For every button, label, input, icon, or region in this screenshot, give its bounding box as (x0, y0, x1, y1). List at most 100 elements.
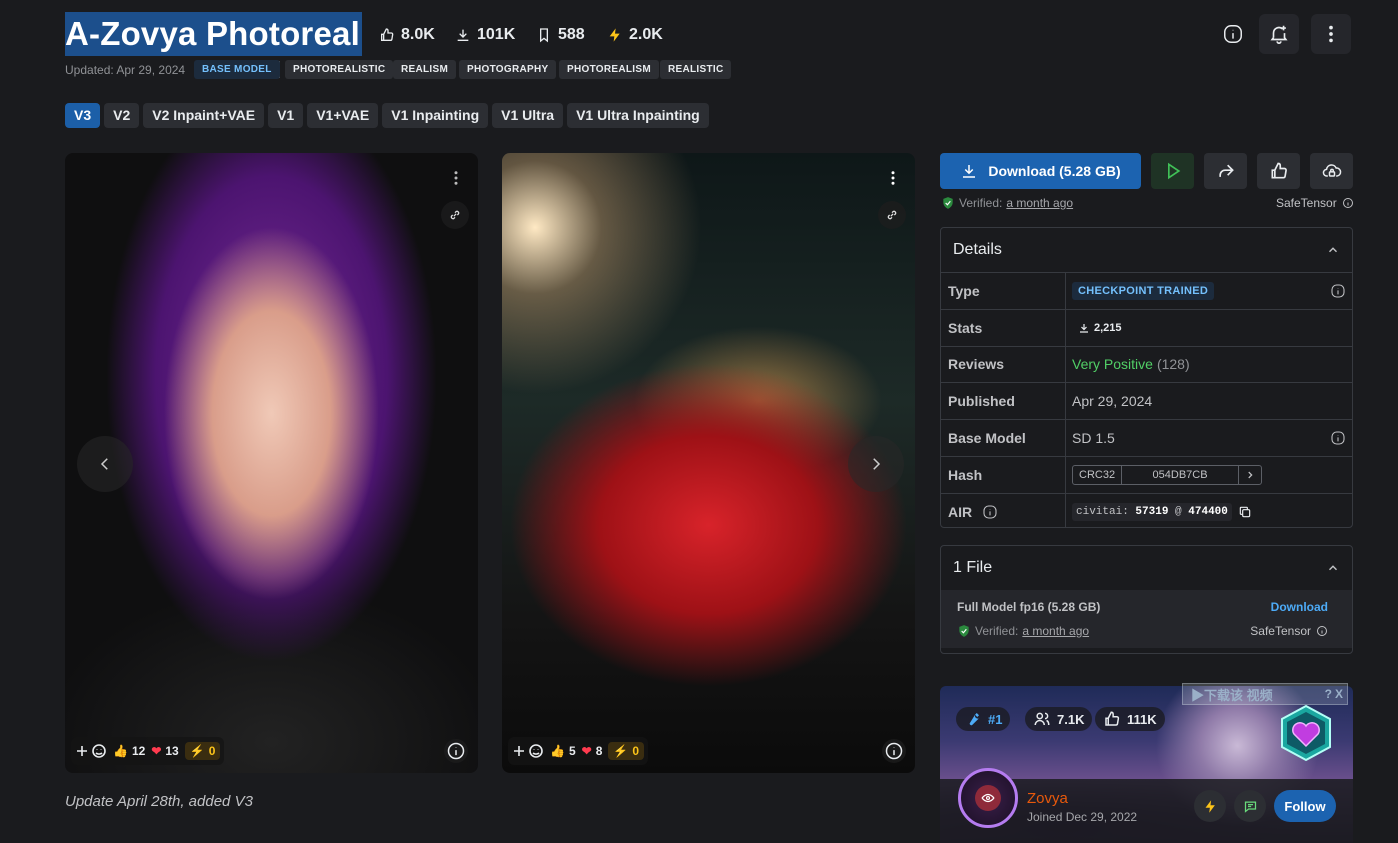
lightning-icon (609, 28, 620, 42)
eye-icon (981, 793, 995, 803)
download-icon (963, 165, 976, 178)
details-title: Details (953, 241, 1002, 258)
gallery-image-car[interactable]: 👍 5 ❤ 8 ⚡ 0 (502, 153, 915, 773)
verified-time-link[interactable]: a month ago (1022, 624, 1089, 638)
share-button[interactable] (1204, 153, 1247, 189)
download-icon (1080, 323, 1088, 333)
info-icon (1224, 25, 1242, 43)
cloud-save-button[interactable] (1310, 153, 1353, 189)
buzz-tip-button[interactable]: ⚡ 0 (608, 742, 645, 760)
thumb-up-icon (1105, 711, 1120, 726)
creator-card: #1 7.1K 111K Zovya Joined Dec 29, 2022 F… (940, 686, 1353, 843)
creator-likes: 111K (1095, 707, 1165, 731)
like-button[interactable] (1257, 153, 1300, 189)
file-name: Full Model fp16 (5.28 GB) (957, 600, 1101, 614)
tag-realism[interactable]: REALISM (393, 60, 457, 79)
image-info-button[interactable] (444, 739, 468, 763)
gallery-image-portrait[interactable]: 👍 12 ❤ 13 ⚡ 0 (65, 153, 478, 773)
tag-photorealistic[interactable]: PHOTOREALISTIC (285, 60, 394, 79)
image-menu-button[interactable] (882, 167, 904, 189)
published-label: Published (941, 383, 1066, 420)
prev-image-button[interactable] (77, 436, 133, 492)
follow-button[interactable]: Follow (1274, 790, 1336, 822)
safetensor-label: SafeTensor (1276, 196, 1337, 210)
reviews-rating-link[interactable]: Very Positive (1072, 356, 1153, 372)
cloud-lock-icon (1322, 164, 1341, 177)
buzz-stat[interactable]: 2.0K (607, 25, 663, 45)
notify-button[interactable] (1259, 14, 1299, 54)
creator-followers: 7.1K (1025, 707, 1093, 731)
details-row-hash: Hash CRC32 054DB7CB (941, 455, 1352, 493)
image-link-button[interactable] (441, 201, 469, 229)
hash-next-button[interactable] (1239, 466, 1261, 484)
safetensor-info[interactable]: SafeTensor (1276, 196, 1354, 210)
overlay-help-button[interactable]: ? (1325, 687, 1332, 701)
add-reaction-button[interactable] (512, 743, 544, 759)
file-item: Full Model fp16 (5.28 GB) Download Verif… (941, 590, 1352, 648)
air-identifier[interactable]: civitai: 57319 @ 474400 (1072, 502, 1232, 521)
more-options-button[interactable] (1311, 14, 1351, 54)
heart-reaction[interactable]: ❤ 8 (582, 744, 603, 758)
video-download-overlay[interactable]: ▶下载该 视频 ? X (1182, 683, 1348, 705)
info-circle-icon (885, 742, 903, 760)
hash-selector[interactable]: CRC32 054DB7CB (1072, 464, 1263, 485)
file-safetensor-info[interactable]: SafeTensor (1250, 624, 1328, 638)
lightning-icon: ⚡ (189, 744, 205, 758)
tip-creator-button[interactable] (1194, 790, 1226, 822)
image-link-button[interactable] (878, 201, 906, 229)
info-icon[interactable] (1330, 430, 1346, 446)
version-tab-v2[interactable]: V2 (104, 103, 140, 128)
hash-value[interactable]: 054DB7CB (1121, 465, 1240, 484)
version-tab-v1-inpainting[interactable]: V1 Inpainting (382, 103, 489, 128)
buzz-count: 0 (632, 744, 640, 758)
verified-time-link[interactable]: a month ago (1006, 196, 1073, 210)
info-icon[interactable] (1330, 283, 1346, 299)
next-image-button[interactable] (848, 436, 904, 492)
verified-label: Verified: (959, 196, 1003, 210)
info-icon[interactable] (982, 504, 998, 520)
run-button[interactable] (1151, 153, 1194, 189)
creator-name-link[interactable]: Zovya (1027, 790, 1068, 807)
collects-count: 588 (558, 26, 585, 43)
verified-label: Verified: (975, 624, 1019, 638)
likes-count: 8.0K (401, 26, 435, 43)
details-header[interactable]: Details (941, 228, 1352, 272)
version-tab-v1-ultra-inpainting[interactable]: V1 Ultra Inpainting (567, 103, 709, 128)
tag-base-model[interactable]: BASE MODEL (194, 60, 280, 79)
version-tab-v1[interactable]: V1 (268, 103, 304, 128)
heart-reaction[interactable]: ❤ 13 (151, 744, 178, 758)
image-menu-button[interactable] (445, 167, 467, 189)
download-button[interactable]: Download (5.28 GB) (940, 153, 1141, 189)
like-reaction[interactable]: 👍 5 (550, 744, 576, 758)
lightning-icon (1205, 799, 1215, 813)
creator-avatar[interactable] (958, 768, 1018, 828)
version-tab-v1-ultra[interactable]: V1 Ultra (492, 103, 564, 128)
like-count: 12 (131, 744, 146, 758)
like-reaction[interactable]: 👍 12 (113, 744, 145, 758)
add-emoji-icon (77, 744, 106, 758)
copy-icon[interactable] (1238, 505, 1252, 519)
overlay-download-text[interactable]: ▶下载该 视频 (1191, 685, 1273, 704)
message-creator-button[interactable] (1234, 790, 1266, 822)
add-reaction-button[interactable] (75, 743, 107, 759)
creator-rank-badge[interactable]: #1 (956, 707, 1011, 731)
details-row-reviews: Reviews Very Positive (128) (941, 345, 1352, 383)
image-info-button[interactable] (882, 739, 906, 763)
version-tab-v1-vae[interactable]: V1+VAE (307, 103, 379, 128)
version-tab-v2-inpaint-vae[interactable]: V2 Inpaint+VAE (143, 103, 265, 128)
file-download-link[interactable]: Download (1271, 600, 1328, 614)
overlay-close-button[interactable]: X (1335, 687, 1343, 701)
files-header[interactable]: 1 File (941, 546, 1352, 590)
details-row-stats: Stats 2,215 (941, 308, 1352, 346)
hash-label: Hash (941, 456, 1066, 493)
version-tab-v3[interactable]: V3 (65, 103, 101, 128)
tag-photography[interactable]: PHOTOGRAPHY (459, 60, 557, 79)
chevron-up-icon (1329, 565, 1337, 571)
buzz-tip-button[interactable]: ⚡ 0 (184, 742, 221, 760)
info-button[interactable] (1213, 14, 1253, 54)
air-at: @ (1175, 505, 1182, 518)
like-count: 5 (568, 744, 576, 758)
hash-type: CRC32 (1079, 468, 1116, 481)
tag-photorealism[interactable]: PHOTOREALISM (559, 60, 659, 79)
tag-realistic[interactable]: REALISTIC (660, 60, 732, 79)
